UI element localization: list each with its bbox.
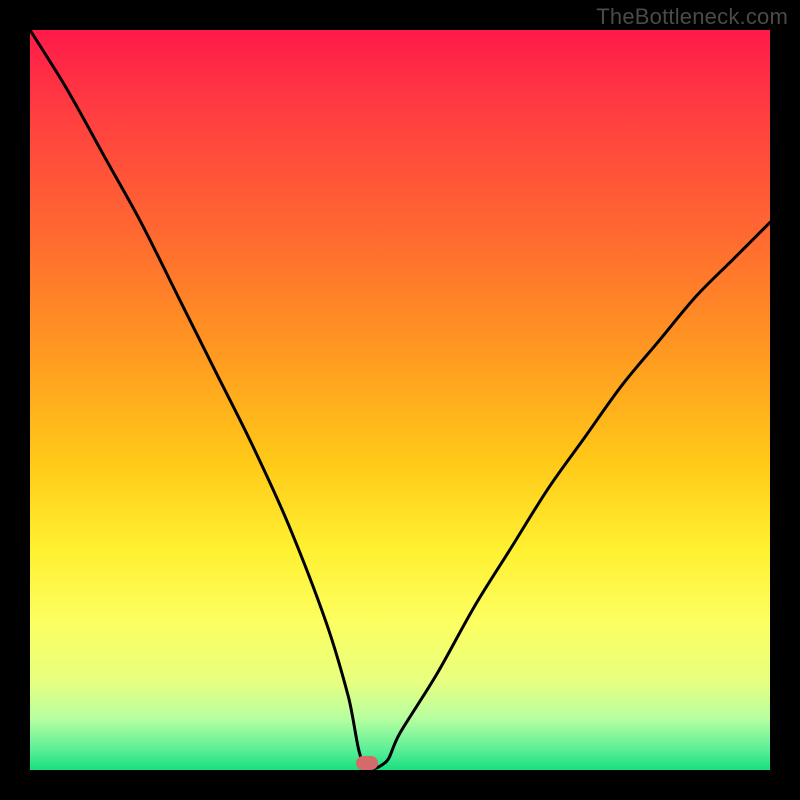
watermark-text: TheBottleneck.com (596, 4, 788, 30)
optimum-marker (356, 756, 378, 770)
gradient-plot-area (30, 30, 770, 770)
bottleneck-curve (30, 30, 770, 770)
chart-frame: TheBottleneck.com (0, 0, 800, 800)
